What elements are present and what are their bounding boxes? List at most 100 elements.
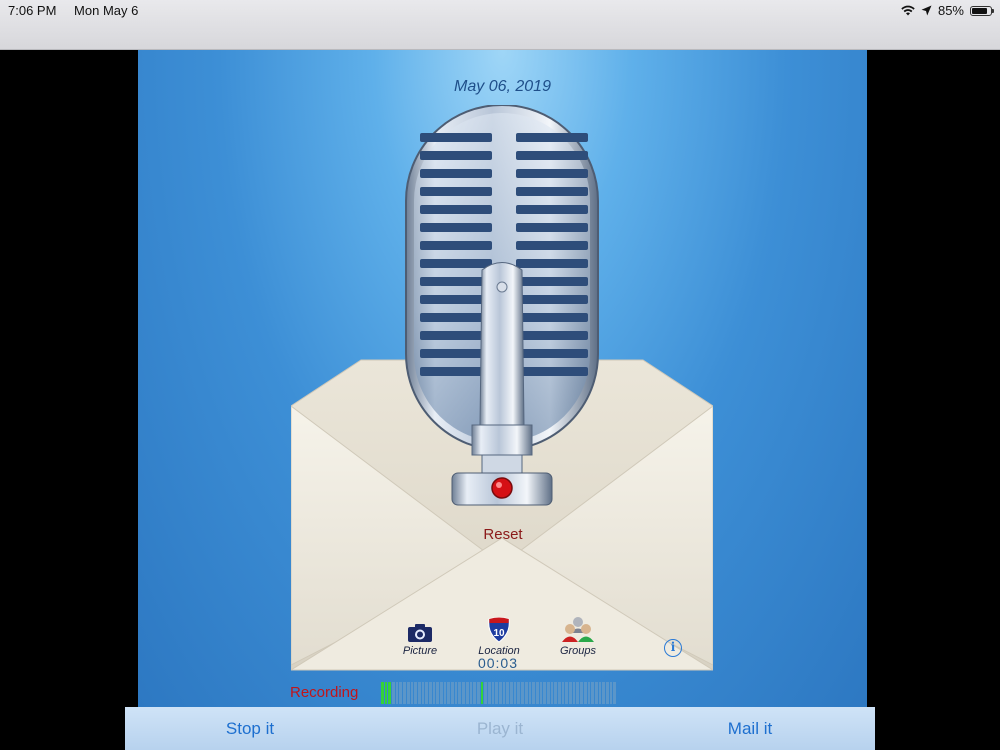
meter-bar (532, 682, 535, 704)
location-badge: 10 (493, 628, 505, 639)
camera-icon (408, 624, 432, 642)
meter-bar (602, 682, 605, 704)
grille-slot (516, 295, 588, 304)
meter-bar (406, 682, 410, 704)
grille-slot (516, 259, 588, 268)
meter-bar (392, 682, 395, 704)
recording-timer: 00:03 (477, 655, 519, 671)
grille-slot (516, 151, 588, 160)
meter-bar (605, 682, 609, 704)
meter-bar (580, 682, 583, 704)
status-time: 7:06 PM (8, 3, 57, 18)
meter-bar (421, 682, 425, 704)
play-button: Play it (476, 718, 524, 738)
meter-bar (476, 682, 480, 704)
groups-label: Groups (559, 645, 597, 657)
meter-bar (569, 682, 572, 704)
meter-bar (447, 682, 451, 704)
status-left: 7:06 PM Mon May 6 (8, 3, 152, 18)
meter-bar (432, 682, 436, 704)
meter-bar (506, 682, 510, 704)
meter-bar (417, 682, 421, 704)
meter-bar (458, 682, 462, 704)
meter-bar (510, 682, 513, 704)
meter-bar (480, 682, 484, 704)
grille-slot (516, 187, 588, 196)
status-right: 85% (901, 3, 994, 18)
meter-bar (594, 682, 598, 704)
microphone-illustration (405, 105, 599, 506)
meter-bar (558, 682, 561, 704)
groups-button[interactable]: Groups (543, 615, 613, 657)
grille-slot (420, 151, 492, 160)
meter-bar (491, 682, 495, 704)
meter-bar (598, 682, 602, 704)
meter-bar (399, 682, 403, 704)
meter-bar (550, 682, 554, 704)
recorder-view: May 06, 2019 Reset Picture 10 Location G… (138, 50, 867, 710)
info-button[interactable]: i (664, 639, 682, 657)
meter-bar (473, 682, 476, 704)
mail-button[interactable]: Mail it (625, 719, 875, 739)
stop-button[interactable]: Stop it (125, 719, 375, 739)
level-meter (381, 682, 616, 704)
meter-bar (469, 682, 473, 704)
grille-slot (420, 205, 492, 214)
picture-button[interactable]: Picture (385, 615, 455, 657)
meter-bar (502, 682, 506, 704)
picture-label: Picture (402, 645, 438, 657)
battery-percent: 85% (937, 3, 964, 18)
meter-bar (403, 682, 406, 704)
grille-slot (516, 169, 588, 178)
meter-bar (613, 682, 616, 704)
grille-slot (420, 223, 492, 232)
meter-bar (583, 682, 587, 704)
meter-bar (381, 682, 384, 704)
grille-slot (516, 241, 588, 250)
interstate-shield-icon: 10 (488, 617, 510, 643)
grille-slot (516, 367, 588, 376)
people-group-icon (562, 617, 594, 642)
meter-bar (487, 682, 491, 704)
grille-slot (516, 313, 588, 322)
meter-bar (535, 682, 539, 704)
meter-bar (543, 682, 546, 704)
grille-slot (516, 133, 588, 142)
wifi-icon (901, 5, 915, 16)
grille-slot (420, 259, 492, 268)
meter-bar (554, 682, 557, 704)
battery-icon (970, 5, 994, 16)
status-bar: 7:06 PM Mon May 6 85% (0, 0, 1000, 50)
meter-bar (546, 682, 550, 704)
location-arrow-icon (921, 5, 932, 16)
meter-bar (395, 682, 399, 704)
grille-slot (420, 169, 492, 178)
bottom-toolbar: Stop it Play it Mail it (125, 707, 875, 750)
meter-bar (587, 682, 591, 704)
meter-bar (465, 682, 469, 704)
meter-bar (410, 682, 414, 704)
meter-bar (609, 682, 613, 704)
grille-slot (516, 331, 588, 340)
battery-fill (972, 7, 988, 14)
recording-status: Recording (290, 684, 359, 701)
grille-slot (516, 349, 588, 358)
meter-bar (499, 682, 502, 704)
grille-slot (420, 133, 492, 142)
meter-bar (495, 682, 498, 704)
meter-bar (561, 682, 565, 704)
meter-bar (440, 682, 443, 704)
status-date: Mon May 6 (74, 3, 139, 18)
grille-slot (516, 205, 588, 214)
grille-slot (516, 223, 588, 232)
meter-bar (436, 682, 439, 704)
meter-bar (443, 682, 447, 704)
meter-bar (528, 682, 532, 704)
meter-bar (428, 682, 432, 704)
meter-bar (451, 682, 454, 704)
reset-button[interactable]: Reset (458, 526, 548, 543)
meter-bar (414, 682, 417, 704)
meter-bar (539, 682, 543, 704)
location-button[interactable]: 10 Location (464, 615, 534, 657)
meter-bar (576, 682, 580, 704)
